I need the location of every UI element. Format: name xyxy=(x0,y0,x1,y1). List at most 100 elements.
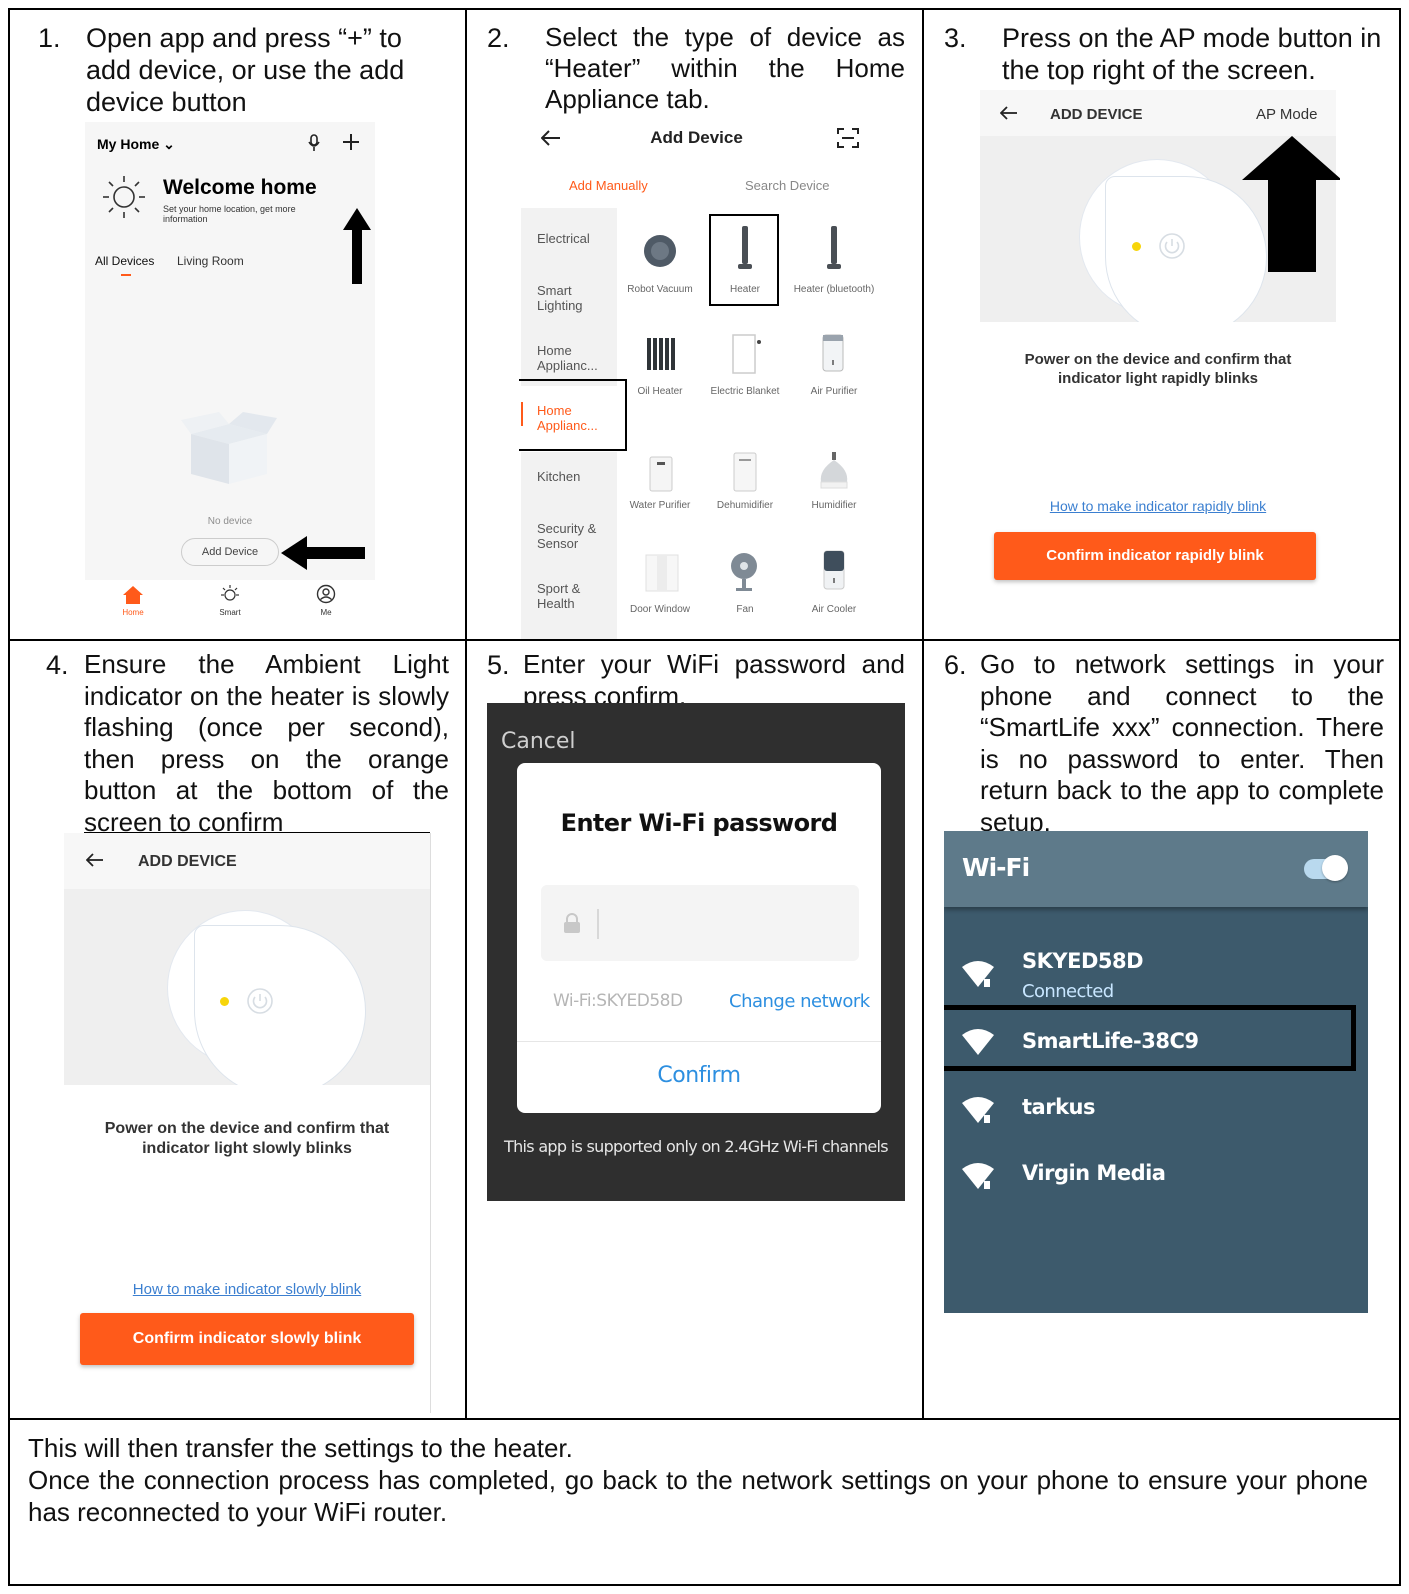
text-cursor xyxy=(597,909,599,939)
step-3-cell: 3. Press on the AP mode button in the to… xyxy=(922,8,1401,641)
header-bar xyxy=(64,833,430,889)
step-number: 3. xyxy=(944,23,967,53)
smart-sun-icon[interactable] xyxy=(220,584,240,604)
device-outline xyxy=(194,925,366,1085)
wifi-title: Wi-Fi xyxy=(962,853,1030,882)
help-link[interactable]: How to make indicator rapidly blink xyxy=(980,498,1336,514)
step-1-cell: 1. Open app and press “+” to add device,… xyxy=(8,8,467,641)
password-dialog: Enter Wi-Fi password Wi-Fi:SKYED58D Chan… xyxy=(517,763,881,1113)
device-heater-bluetooth[interactable]: Heater (bluetooth) xyxy=(789,284,879,295)
arrow-left-annotation-icon xyxy=(281,536,365,570)
help-link[interactable]: How to make indicator slowly blink xyxy=(64,1281,430,1298)
oil-heater-icon[interactable] xyxy=(647,338,675,370)
add-plus-icon[interactable] xyxy=(341,132,361,152)
network-name-tarkus[interactable]: tarkus xyxy=(1022,1095,1095,1119)
category-sport-health[interactable]: Sport & Health xyxy=(537,581,607,611)
profile-icon[interactable] xyxy=(316,584,336,604)
wifi-signal-icon xyxy=(962,1163,994,1191)
device-humidifier[interactable]: Humidifier xyxy=(789,500,879,511)
illustration-panel xyxy=(64,889,430,1085)
humidifier-icon[interactable] xyxy=(819,452,849,490)
step-1-instruction: 1. Open app and press “+” to add device,… xyxy=(38,22,408,118)
step-4-instruction: 4. Ensure the Ambient Light indicator on… xyxy=(46,649,449,838)
scan-icon[interactable] xyxy=(837,128,859,148)
footer-line-2: Once the connection process has complete… xyxy=(28,1465,1368,1527)
welcome-title: Welcome home xyxy=(163,176,317,199)
home-title[interactable]: My Home ⌄ xyxy=(97,136,175,153)
instruction-text: Power on the device and confirm that ind… xyxy=(104,1120,390,1157)
fan-icon[interactable] xyxy=(729,552,759,592)
step-number: 5. xyxy=(487,650,510,680)
confirm-rapid-blink-button[interactable]: Confirm indicator rapidly blink xyxy=(994,532,1316,580)
home-screen: My Home ⌄ Welcome home Set your home loc… xyxy=(85,122,375,628)
device-oil-heater[interactable]: Oil Heater xyxy=(615,386,705,397)
device-electric-blanket[interactable]: Electric Blanket xyxy=(700,386,790,397)
toggle-knob xyxy=(1322,855,1348,881)
empty-box-icon xyxy=(181,412,277,488)
tab-living-room[interactable]: Living Room xyxy=(177,254,244,268)
device-water-purifier[interactable]: Water Purifier xyxy=(615,500,705,511)
add-device-screen: Add Device Add Manually Search Device El… xyxy=(519,122,889,639)
device-dehumidifier[interactable]: Dehumidifier xyxy=(700,500,790,511)
network-name-skyed58d[interactable]: SKYED58D xyxy=(1022,949,1144,973)
step-6-instruction: 6. Go to network settings in your phone … xyxy=(944,649,1384,838)
wifi-signal-icon xyxy=(962,961,994,989)
category-smart-lighting[interactable]: Smart Lighting xyxy=(537,283,597,313)
tab-search-device[interactable]: Search Device xyxy=(745,178,830,193)
wifi-settings-screen: Wi-Fi SKYED58D Connected SmartLife-38C9 … xyxy=(944,831,1368,1313)
wifi-password-screen: Cancel Enter Wi-Fi password Wi-Fi:SKYED5… xyxy=(487,703,905,1201)
indicator-dot xyxy=(1132,242,1141,251)
change-network-link[interactable]: Change network xyxy=(729,991,870,1012)
dialog-divider xyxy=(517,1041,881,1042)
nav-me-label[interactable]: Me xyxy=(306,608,346,617)
welcome-subtitle[interactable]: Set your home location, get more informa… xyxy=(163,204,323,224)
robot-vacuum-icon[interactable] xyxy=(643,234,677,268)
water-purifier-icon[interactable] xyxy=(649,456,673,492)
device-door-window[interactable]: Door Window xyxy=(615,604,705,615)
confirm-button[interactable]: Confirm xyxy=(517,1063,881,1088)
highlight-box-smartlife xyxy=(944,1005,1356,1071)
step-5-cell: 5. Enter your WiFi password and press co… xyxy=(465,639,924,1420)
support-note: This app is supported only on 2.4GHz Wi-… xyxy=(504,1137,889,1156)
nav-home-label[interactable]: Home xyxy=(113,608,153,617)
electric-blanket-icon[interactable] xyxy=(732,334,762,374)
confirm-slow-blink-button[interactable]: Confirm indicator slowly blink xyxy=(80,1313,414,1365)
air-cooler-icon[interactable] xyxy=(823,550,845,590)
wifi-signal-icon xyxy=(962,1097,994,1125)
home-icon[interactable] xyxy=(123,586,143,604)
back-arrow-icon[interactable] xyxy=(86,853,104,867)
power-icon xyxy=(1158,232,1186,260)
sun-weather-icon xyxy=(101,174,147,220)
device-robot-vacuum[interactable]: Robot Vacuum xyxy=(615,284,705,295)
tab-all-devices[interactable]: All Devices xyxy=(95,254,154,268)
tab-add-manually[interactable]: Add Manually xyxy=(569,178,648,193)
add-device-button[interactable]: Add Device xyxy=(181,538,279,566)
category-home-appliance[interactable]: Home Applianc... xyxy=(537,343,607,373)
network-name-virgin-media[interactable]: Virgin Media xyxy=(1022,1161,1166,1185)
arrow-up-annotation-icon xyxy=(1242,136,1340,272)
heater-bluetooth-icon[interactable] xyxy=(826,226,842,270)
footer-cell: This will then transfer the settings to … xyxy=(8,1418,1401,1586)
nav-smart-label[interactable]: Smart xyxy=(210,608,250,617)
ap-mode-button[interactable]: AP Mode xyxy=(1256,106,1317,123)
air-purifier-icon[interactable] xyxy=(822,334,844,372)
category-kitchen[interactable]: Kitchen xyxy=(537,469,607,484)
power-icon xyxy=(246,987,274,1015)
device-air-cooler[interactable]: Air Cooler xyxy=(789,604,879,615)
microphone-icon[interactable] xyxy=(307,134,321,152)
back-arrow-icon[interactable] xyxy=(1000,106,1018,120)
password-input[interactable] xyxy=(541,885,859,961)
device-fan[interactable]: Fan xyxy=(700,604,790,615)
step-6-cell: 6. Go to network settings in your phone … xyxy=(922,639,1401,1420)
door-window-icon[interactable] xyxy=(645,554,679,592)
wifi-toggle[interactable] xyxy=(1304,855,1348,881)
device-air-purifier[interactable]: Air Purifier xyxy=(789,386,879,397)
wifi-network-label: Wi-Fi:SKYED58D xyxy=(553,991,683,1011)
dehumidifier-icon[interactable] xyxy=(733,452,757,492)
network-status-connected: Connected xyxy=(1022,981,1114,1002)
step-text: Ensure the Ambient Light indicator on th… xyxy=(84,649,449,837)
category-security-sensor[interactable]: Security & Sensor xyxy=(537,521,607,551)
cancel-button[interactable]: Cancel xyxy=(501,729,576,754)
step-2-cell: 2. Select the type of device as “Heater”… xyxy=(465,8,924,641)
category-electrical[interactable]: Electrical xyxy=(537,231,607,246)
